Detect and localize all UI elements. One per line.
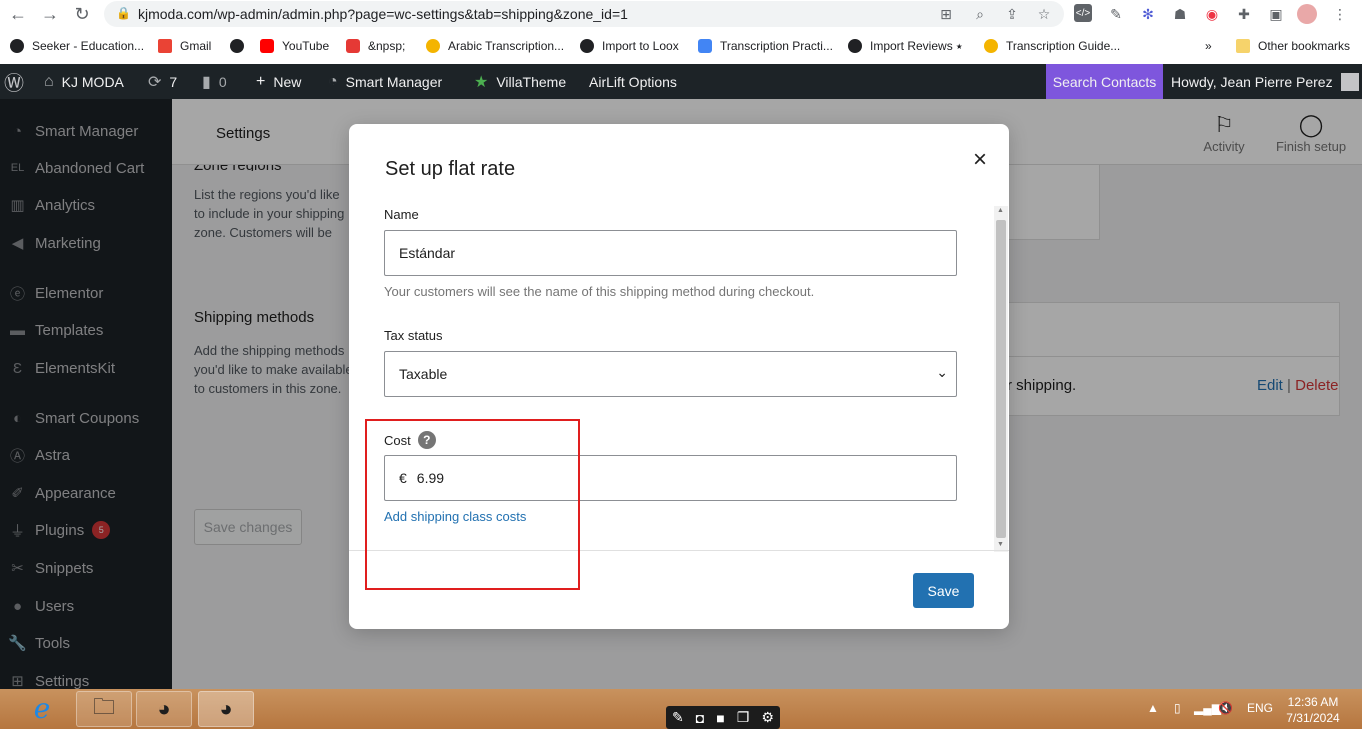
bookmark-favicon-icon — [426, 39, 440, 53]
browser-toolbar: ← → ↻ 🔒 kjmoda.com/wp-admin/admin.php?pa… — [0, 0, 1362, 28]
highlight-box — [365, 419, 580, 590]
howdy-user-menu[interactable]: Howdy, Jean Pierre Perez — [1171, 64, 1359, 99]
translate-icon[interactable]: ⊞ — [936, 4, 956, 24]
updates-link[interactable]: ⟳ 7 — [148, 64, 177, 99]
name-field[interactable]: Estándar — [384, 230, 957, 276]
scroll-up-icon[interactable]: ▲ — [997, 207, 1004, 214]
smart-manager-link[interactable]: ◔ Smart Manager — [328, 64, 442, 99]
browser-chrome: ← → ↻ 🔒 kjmoda.com/wp-admin/admin.php?pa… — [0, 0, 1362, 64]
villatheme-link[interactable]: ★ VillaTheme — [474, 64, 566, 99]
battery-icon: ▯ — [1174, 701, 1181, 715]
plus-icon: + — [256, 72, 266, 90]
star-icon[interactable]: ☆ — [1034, 4, 1054, 24]
name-label: Name — [384, 207, 419, 222]
signal-icon: ▂▄▆ — [1194, 701, 1221, 715]
bookmark-item[interactable]: Import Reviews ⭑ — [848, 38, 963, 54]
language-indicator[interactable]: ENG — [1247, 701, 1273, 715]
extension-snowflake-icon[interactable]: ✻ — [1138, 4, 1158, 24]
bookmark-item[interactable]: Import to Loox — [580, 38, 679, 54]
bookmark-favicon-icon — [230, 39, 244, 53]
bookmark-favicon-icon — [10, 39, 24, 53]
bookmark-item[interactable]: Arabic Transcription... — [426, 38, 564, 54]
save-button[interactable]: Save — [913, 573, 974, 608]
chevron-down-icon: ⌄ — [936, 364, 948, 380]
forward-icon[interactable]: → — [38, 2, 62, 26]
address-bar[interactable]: 🔒 kjmoda.com/wp-admin/admin.php?page=wc-… — [104, 1, 1064, 27]
home-icon: ⌂ — [44, 72, 54, 90]
bookmark-item[interactable]: &npsp; — [346, 38, 405, 54]
extension-robot-icon[interactable]: ☗ — [1170, 4, 1190, 24]
gauge-icon: ◔ — [328, 72, 338, 90]
ie-icon[interactable]: ℯ — [22, 693, 62, 725]
bookmark-item[interactable]: YouTube — [260, 38, 329, 54]
volume-muted-icon[interactable]: 🔇 — [1218, 701, 1233, 715]
bookmark-favicon-icon — [346, 39, 360, 53]
tax-status-label: Tax status — [384, 328, 443, 343]
extension-code-icon[interactable]: </> — [1074, 4, 1092, 22]
comments-link[interactable]: ▮ 0 — [202, 64, 227, 99]
close-icon[interactable]: × — [969, 148, 991, 172]
bookmarks-overflow[interactable]: » — [1205, 38, 1212, 54]
extension-color-icon[interactable]: ◉ — [1202, 4, 1222, 24]
bookmark-item[interactable]: Transcription Practi... — [698, 38, 833, 54]
updates-icon: ⟳ — [148, 73, 162, 91]
chrome-profile-icon[interactable]: ◕ — [198, 691, 254, 727]
bookmark-favicon-icon — [580, 39, 594, 53]
camera-icon[interactable]: ◘ — [696, 710, 704, 726]
comment-icon: ▮ — [202, 73, 211, 91]
avatar — [1340, 72, 1359, 91]
zoom-icon[interactable]: ⌕ — [970, 4, 990, 24]
bookmarks-bar: Seeker - Education... Gmail YouTube &nps… — [0, 32, 1362, 60]
lock-icon: 🔒 — [116, 6, 131, 20]
url-text: kjmoda.com/wp-admin/admin.php?page=wc-se… — [138, 6, 628, 22]
bookmark-item[interactable]: Transcription Guide... — [984, 38, 1120, 54]
bookmark-item[interactable]: Seeker - Education... — [10, 38, 144, 54]
clock[interactable]: 12:36 AM 7/31/2024 — [1283, 694, 1343, 726]
profile-avatar-icon[interactable] — [1297, 4, 1317, 24]
back-icon[interactable]: ← — [6, 2, 30, 26]
search-contacts-button[interactable]: Search Contacts — [1046, 64, 1163, 99]
other-bookmarks[interactable]: Other bookmarks — [1236, 38, 1350, 54]
chrome-icon[interactable]: ◕ — [136, 691, 192, 727]
gear-icon[interactable]: ⚙ — [761, 709, 774, 726]
sidepanel-icon[interactable]: ▣ — [1266, 4, 1286, 24]
share-icon[interactable]: ⇪ — [1002, 4, 1022, 24]
bookmark-favicon-icon — [848, 39, 862, 53]
wp-admin-bar: Ⓦ ⌂ KJ MODA ⟳ 7 ▮ 0 + New ◔ Smart Manager ★ Vi… — [0, 64, 1362, 99]
star-icon: ★ — [474, 73, 489, 91]
new-content-link[interactable]: + New — [256, 64, 301, 99]
bookmark-item[interactable] — [230, 38, 252, 54]
extensions-puzzle-icon[interactable]: ✚ — [1234, 4, 1254, 24]
video-icon[interactable]: ■ — [716, 710, 724, 726]
folder-icon — [1236, 39, 1250, 53]
windows-icon[interactable]: ❐ — [737, 709, 750, 726]
capture-toolbar: ✎ ◘ ■ ❐ ⚙ — [666, 706, 780, 729]
modal-title: Set up flat rate — [385, 158, 516, 180]
name-help-text: Your customers will see the name of this… — [384, 284, 815, 299]
bookmark-item[interactable]: Gmail — [158, 38, 211, 54]
extension-pen-icon[interactable]: ✎ — [1106, 4, 1126, 24]
bookmark-favicon-icon — [698, 39, 712, 53]
gmail-icon — [158, 39, 172, 53]
tray-up-icon[interactable]: ▲ — [1147, 701, 1159, 715]
pen-icon[interactable]: ✎ — [672, 709, 684, 726]
scrollbar-thumb[interactable] — [996, 220, 1006, 538]
scroll-down-icon[interactable]: ▼ — [997, 541, 1004, 548]
wordpress-logo-icon[interactable]: Ⓦ — [4, 64, 32, 99]
tax-status-select[interactable]: Taxable ⌄ — [384, 351, 957, 397]
reload-icon[interactable]: ↻ — [70, 2, 94, 26]
youtube-icon — [260, 39, 274, 53]
site-name-link[interactable]: ⌂ KJ MODA — [44, 64, 124, 99]
bookmark-favicon-icon — [984, 39, 998, 53]
modal-scrollbar[interactable]: ▲ ▼ — [994, 206, 1008, 552]
file-explorer-icon[interactable]: 🗀 — [76, 691, 132, 727]
menu-dots-icon[interactable]: ⋮ — [1330, 4, 1350, 24]
airlift-link[interactable]: AirLift Options — [589, 64, 677, 99]
